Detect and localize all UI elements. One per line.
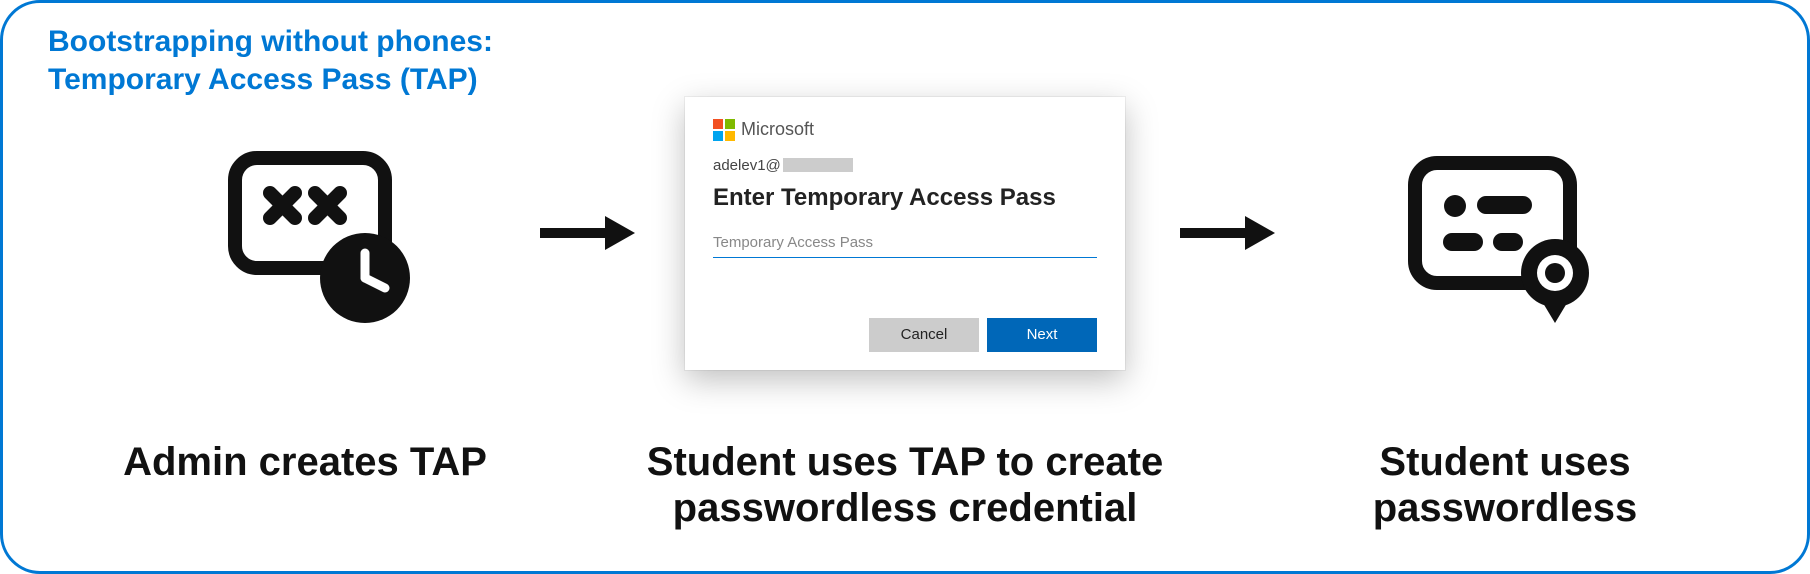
caption2-line1: Student uses TAP to create xyxy=(647,440,1163,484)
arrow-right-icon xyxy=(1175,208,1275,258)
next-button[interactable]: Next xyxy=(987,318,1097,352)
cancel-button[interactable]: Cancel xyxy=(869,318,979,352)
title-line1: Bootstrapping without phones: xyxy=(48,25,493,58)
tap-input[interactable] xyxy=(713,230,1097,258)
arrow1 xyxy=(525,208,645,258)
caption3-line2: passwordless xyxy=(1373,486,1638,530)
account-prefix: adelev1@ xyxy=(713,157,781,174)
caption-step2: Student uses TAP to create passwordless … xyxy=(595,439,1215,531)
microsoft-logo-icon xyxy=(713,119,735,141)
step3 xyxy=(1285,138,1705,328)
credential-badge-icon xyxy=(1395,138,1595,328)
step1 xyxy=(105,138,525,328)
caption3-line1: Student uses xyxy=(1379,440,1630,484)
caption-row: Admin creates TAP Student uses TAP to cr… xyxy=(3,439,1807,531)
tap-dialog: Microsoft adelev1@ Enter Temporary Acces… xyxy=(685,97,1125,370)
step2: Microsoft adelev1@ Enter Temporary Acces… xyxy=(645,97,1165,370)
dialog-heading: Enter Temporary Access Pass xyxy=(713,184,1097,212)
ms-brand-name: Microsoft xyxy=(741,119,814,140)
caption-step3: Student uses passwordless xyxy=(1295,439,1715,531)
account-redacted xyxy=(783,158,853,172)
arrow-right-icon xyxy=(535,208,635,258)
account-line: adelev1@ xyxy=(713,157,1097,174)
diagram-frame: Bootstrapping without phones: Temporary … xyxy=(0,0,1810,574)
flow-row: Microsoft adelev1@ Enter Temporary Acces… xyxy=(3,63,1807,403)
ms-brand: Microsoft xyxy=(713,119,1097,141)
arrow2 xyxy=(1165,208,1285,258)
tap-clock-icon xyxy=(215,138,415,328)
caption-step1: Admin creates TAP xyxy=(95,439,515,531)
dialog-buttons: Cancel Next xyxy=(713,318,1097,352)
caption2-line2: passwordless credential xyxy=(673,486,1138,530)
